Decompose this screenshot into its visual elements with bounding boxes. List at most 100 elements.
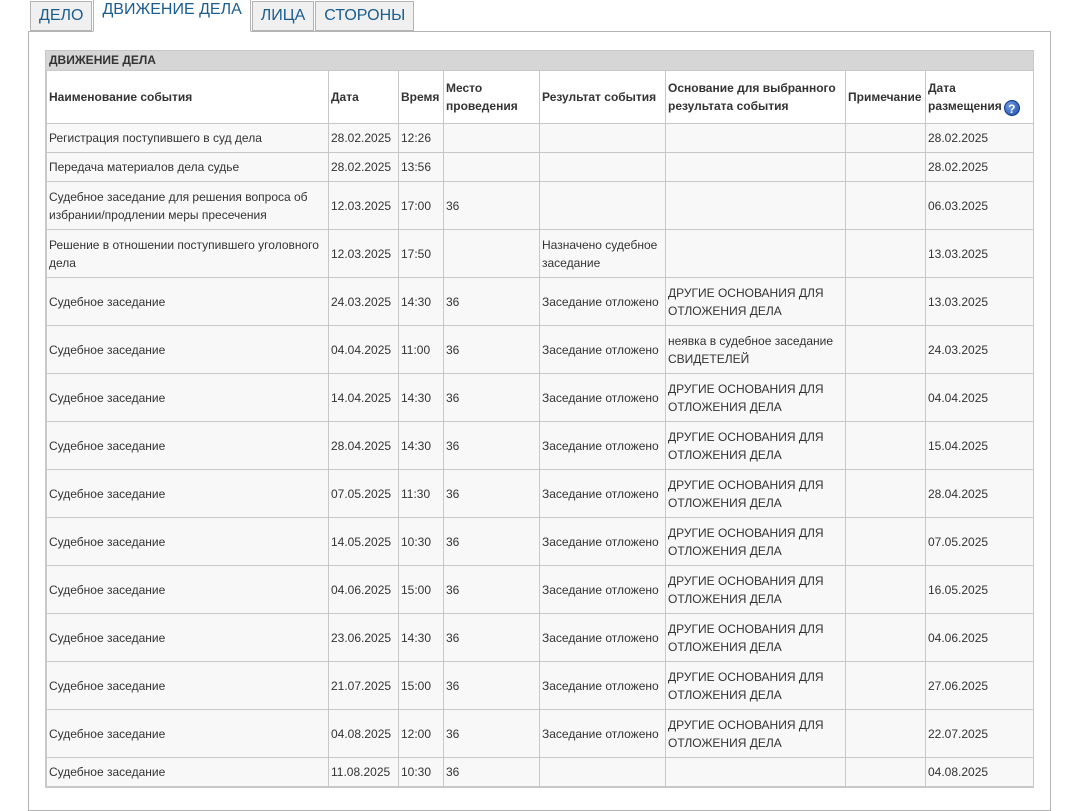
cell-event-name: Судебное заседание: [46, 277, 329, 326]
cell-posting-date: 28.02.2025: [925, 123, 1034, 153]
cell-posting-date: 16.05.2025: [925, 565, 1034, 614]
cell-posting-date: 04.04.2025: [925, 373, 1034, 422]
table-row: Судебное заседание 07.05.2025 11:30 36 Засед…: [46, 469, 1034, 518]
cell-event-name: Судебное заседание: [46, 565, 329, 614]
cell-date: 14.05.2025: [328, 517, 399, 566]
cell-result: Заседание отложено: [539, 709, 666, 758]
cell-basis: ДРУГИЕ ОСНОВАНИЯ ДЛЯ ОТЛОЖЕНИЯ ДЕЛА: [665, 277, 846, 326]
cell-date: 28.02.2025: [328, 123, 399, 153]
cell-note: [845, 277, 926, 326]
cell-date: 07.05.2025: [328, 469, 399, 518]
cell-time: 14:30: [398, 613, 444, 662]
cell-result: [539, 152, 666, 182]
cell-location: 36: [443, 181, 540, 230]
cell-time: 12:00: [398, 709, 444, 758]
cell-location: [443, 229, 540, 278]
cell-basis: ДРУГИЕ ОСНОВАНИЯ ДЛЯ ОТЛОЖЕНИЯ ДЕЛА: [665, 469, 846, 518]
cell-note: [845, 565, 926, 614]
table-row: Судебное заседание 04.04.2025 11:00 36 Засед…: [46, 325, 1034, 374]
cell-posting-date: 28.04.2025: [925, 469, 1034, 518]
cell-basis: ДРУГИЕ ОСНОВАНИЯ ДЛЯ ОТЛОЖЕНИЯ ДЕЛА: [665, 373, 846, 422]
cell-posting-date: 22.07.2025: [925, 709, 1034, 758]
table-row: Судебное заседание 14.05.2025 10:30 36 Засед…: [46, 517, 1034, 566]
tab-storony[interactable]: СТОРОНЫ: [315, 1, 415, 31]
cell-date: 28.02.2025: [328, 152, 399, 182]
cell-note: [845, 229, 926, 278]
cell-time: 10:30: [398, 757, 444, 787]
cell-date: 12.03.2025: [328, 181, 399, 230]
cell-date: 11.08.2025: [328, 757, 399, 787]
cell-date: 28.04.2025: [328, 421, 399, 470]
table-row: Судебное заседание 23.06.2025 14:30 36 Засед…: [46, 613, 1034, 662]
cell-location: 36: [443, 469, 540, 518]
cell-event-name: Судебное заседание: [46, 709, 329, 758]
question-icon[interactable]: ?: [1003, 99, 1020, 116]
cell-note: [845, 152, 926, 182]
cell-location: 36: [443, 565, 540, 614]
cell-time: 15:00: [398, 661, 444, 710]
cell-time: 11:30: [398, 469, 444, 518]
cell-basis: [665, 757, 846, 787]
table-row: Судебное заседание для решения вопроса о…: [46, 181, 1034, 230]
table-header-row: Наименование события Дата Время Место пр…: [46, 70, 1034, 124]
table-row: Судебное заседание 24.03.2025 14:30 36 Засед…: [46, 277, 1034, 326]
header-posting-date-label: Дата размещения: [928, 80, 1002, 113]
cell-result: Заседание отложено: [539, 661, 666, 710]
tab-dvizhenie-dela[interactable]: ДВИЖЕНИЕ ДЕЛА: [93, 0, 251, 32]
tab-delo[interactable]: ДЕЛО: [30, 1, 93, 31]
cell-location: 36: [443, 277, 540, 326]
cell-date: 04.06.2025: [328, 565, 399, 614]
cell-date: 21.07.2025: [328, 661, 399, 710]
cell-location: 36: [443, 421, 540, 470]
cell-posting-date: 13.03.2025: [925, 229, 1034, 278]
cell-posting-date: 13.03.2025: [925, 277, 1034, 326]
cell-event-name: Судебное заседание: [46, 757, 329, 787]
cell-time: 14:30: [398, 277, 444, 326]
cell-event-name: Решение в отношении поступившего уголовн…: [46, 229, 329, 278]
cell-location: 36: [443, 709, 540, 758]
cell-result: Заседание отложено: [539, 469, 666, 518]
cell-result: Заседание отложено: [539, 613, 666, 662]
cell-event-name: Судебное заседание: [46, 661, 329, 710]
cell-result: Заседание отложено: [539, 277, 666, 326]
cell-posting-date: 24.03.2025: [925, 325, 1034, 374]
cell-basis: неявка в судебное заседание СВИДЕТЕЛЕЙ: [665, 325, 846, 374]
cell-event-name: Судебное заседание: [46, 325, 329, 374]
cell-event-name: Регистрация поступившего в суд дела: [46, 123, 329, 153]
cell-basis: [665, 181, 846, 230]
cell-note: [845, 421, 926, 470]
cell-basis: ДРУГИЕ ОСНОВАНИЯ ДЛЯ ОТЛОЖЕНИЯ ДЕЛА: [665, 517, 846, 566]
table-row: Решение в отношении поступившего уголовн…: [46, 229, 1034, 278]
case-movement-section: ДВИЖЕНИЕ ДЕЛА Наименование события Дата …: [45, 50, 1034, 788]
tab-bar: ДЕЛО ДВИЖЕНИЕ ДЕЛА ЛИЦА СТОРОНЫ: [30, 0, 415, 32]
cell-note: [845, 709, 926, 758]
cell-event-name: Судебное заседание: [46, 517, 329, 566]
cell-basis: ДРУГИЕ ОСНОВАНИЯ ДЛЯ ОТЛОЖЕНИЯ ДЕЛА: [665, 709, 846, 758]
cell-time: 12:26: [398, 123, 444, 153]
cell-event-name: Судебное заседание для решения вопроса о…: [46, 181, 329, 230]
cell-basis: [665, 229, 846, 278]
cell-date: 04.08.2025: [328, 709, 399, 758]
cell-result: Заседание отложено: [539, 325, 666, 374]
table-row: Судебное заседание 14.04.2025 14:30 36 Засед…: [46, 373, 1034, 422]
header-basis: Основание для выбранного результата собы…: [665, 70, 846, 124]
table-row: Судебное заседание 04.08.2025 12:00 36 Засед…: [46, 709, 1034, 758]
cell-basis: [665, 152, 846, 182]
cell-time: 14:30: [398, 421, 444, 470]
cell-result: Назначено судебное заседание: [539, 229, 666, 278]
cell-event-name: Судебное заседание: [46, 613, 329, 662]
cell-note: [845, 613, 926, 662]
cell-location: [443, 152, 540, 182]
cell-result: Заседание отложено: [539, 373, 666, 422]
cell-location: 36: [443, 325, 540, 374]
header-result: Результат события: [539, 70, 666, 124]
cell-date: 23.06.2025: [328, 613, 399, 662]
cell-location: 36: [443, 661, 540, 710]
tab-litsa[interactable]: ЛИЦА: [251, 1, 315, 31]
cell-basis: ДРУГИЕ ОСНОВАНИЯ ДЛЯ ОТЛОЖЕНИЯ ДЕЛА: [665, 613, 846, 662]
cell-note: [845, 373, 926, 422]
cell-time: 14:30: [398, 373, 444, 422]
cell-location: 36: [443, 757, 540, 787]
cell-date: 24.03.2025: [328, 277, 399, 326]
cell-event-name: Судебное заседание: [46, 373, 329, 422]
